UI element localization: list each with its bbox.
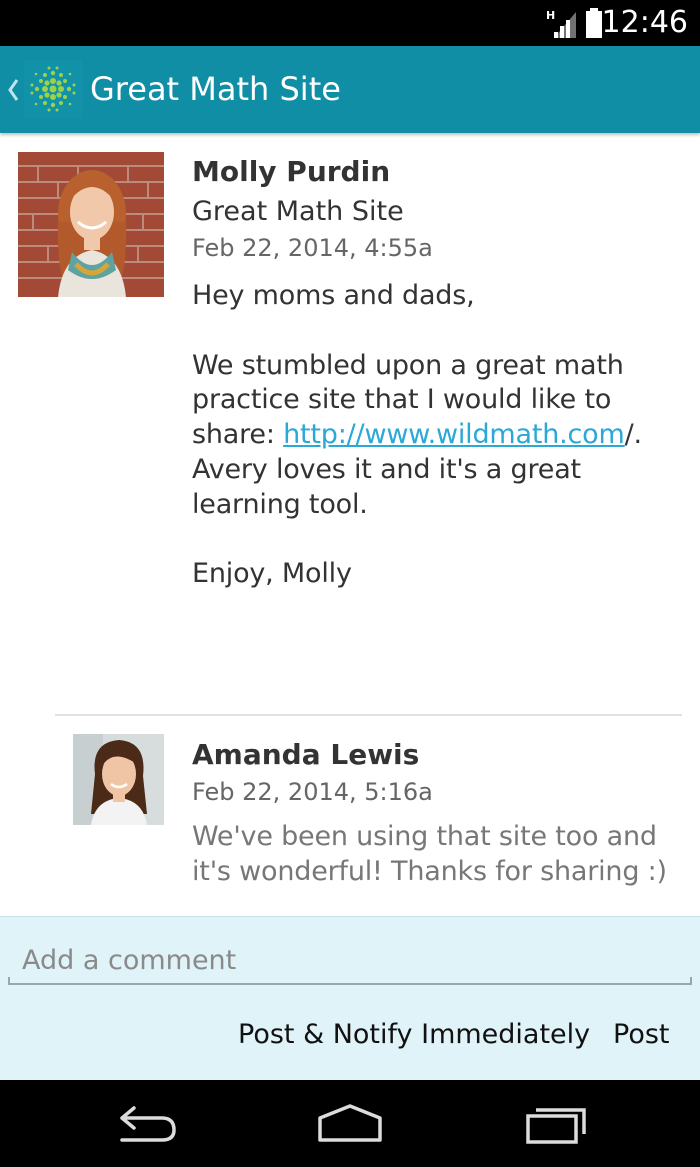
post-button[interactable]: Post <box>613 1017 670 1053</box>
chevron-left-icon[interactable] <box>6 76 20 104</box>
commenter-avatar[interactable] <box>73 734 164 825</box>
comment-author[interactable]: Amanda Lewis <box>192 738 419 772</box>
network-type-label: H <box>546 9 555 22</box>
comment-text: We've been using that site too and it's … <box>192 821 667 887</box>
signal-icon <box>554 12 576 38</box>
avatar-photo <box>18 152 164 297</box>
post-body: Hey moms and dads, We stumbled upon a gr… <box>192 279 692 592</box>
app-bar: Great Math Site <box>0 46 700 133</box>
app-title: Great Math Site <box>90 70 341 108</box>
comment-timestamp: Feb 22, 2014, 5:16a <box>192 778 433 806</box>
post-signoff: Enjoy, Molly <box>192 558 352 590</box>
recent-apps-icon[interactable] <box>522 1102 590 1146</box>
post-timestamp: Feb 22, 2014, 4:55a <box>192 234 433 262</box>
battery-icon <box>586 8 602 38</box>
comment-divider <box>55 714 682 716</box>
home-nav-icon[interactable] <box>314 1102 386 1146</box>
author-avatar[interactable] <box>18 152 164 297</box>
post-link[interactable]: http://www.wildmath.com <box>283 419 625 450</box>
status-time: 12:46 <box>601 5 688 40</box>
post-paragraph: We stumbled upon a great math practice s… <box>192 349 692 523</box>
post-greeting: Hey moms and dads, <box>192 280 475 311</box>
back-nav-icon[interactable] <box>112 1102 180 1146</box>
system-nav-bar <box>0 1080 700 1167</box>
comment-input[interactable] <box>10 937 690 983</box>
post-and-notify-button[interactable]: Post & Notify Immediately <box>238 1017 590 1053</box>
status-bar: H 12:46 <box>0 0 700 46</box>
commenter-avatar-photo <box>73 734 164 825</box>
comment-input-underline <box>8 977 692 985</box>
app-logo-icon[interactable] <box>24 60 82 118</box>
comment-composer: Post & Notify Immediately Post <box>0 916 700 1081</box>
post-group: Great Math Site <box>192 196 404 227</box>
signal-battery-icons: H <box>546 8 602 38</box>
post-author[interactable]: Molly Purdin <box>192 155 390 189</box>
